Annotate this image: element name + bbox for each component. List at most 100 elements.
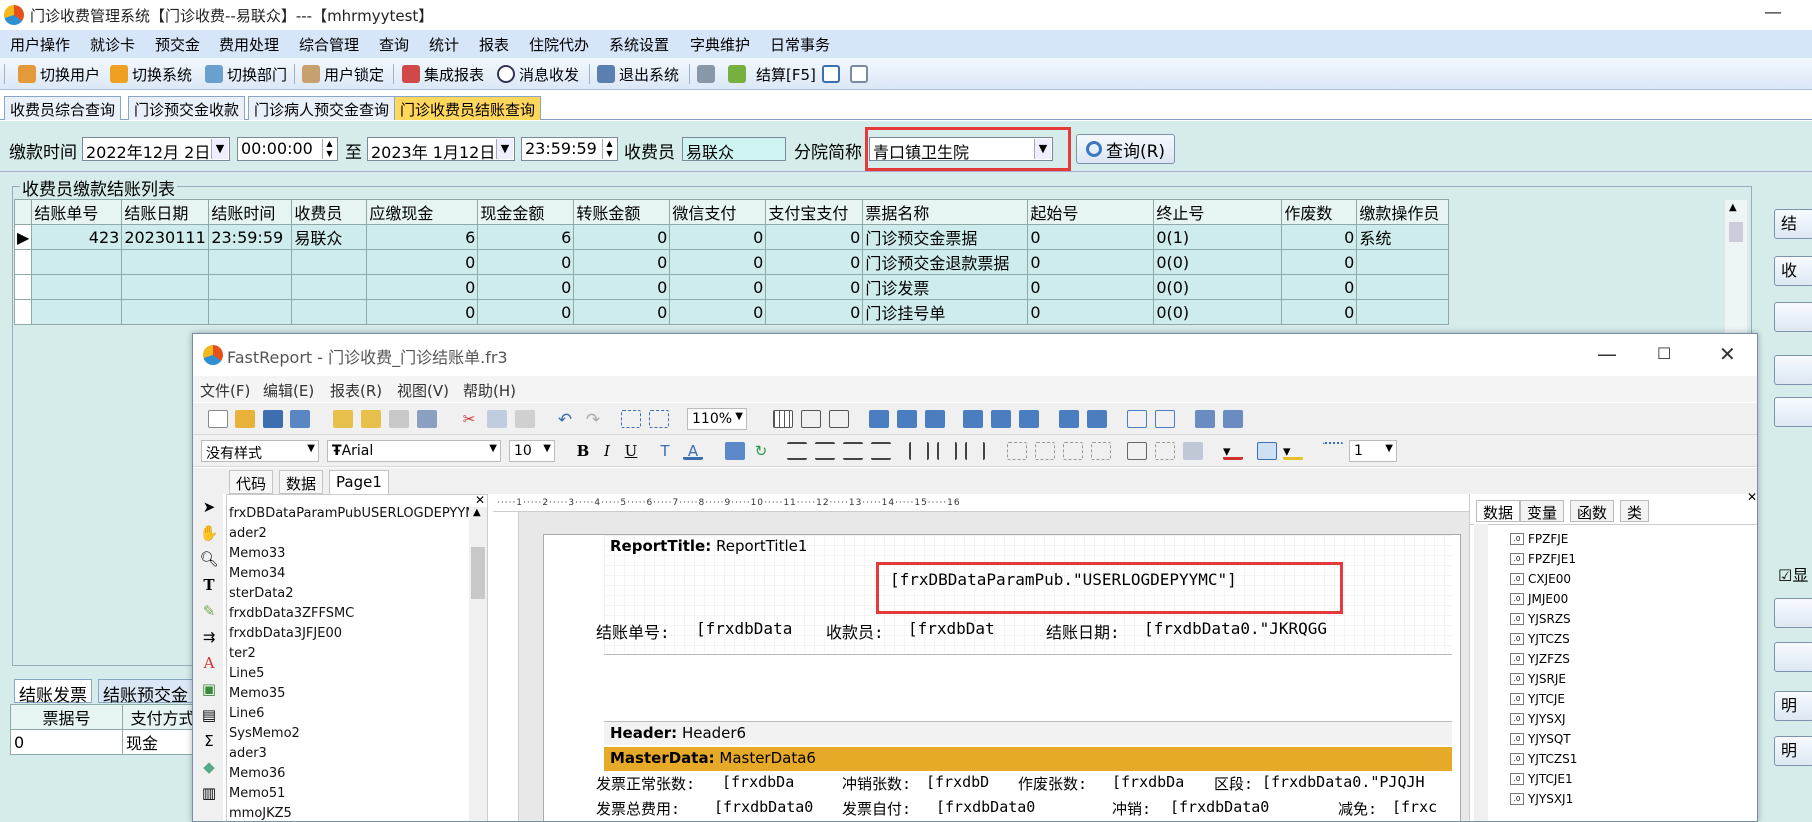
font-color-icon[interactable]: A (683, 442, 703, 460)
menu-fees[interactable]: 费用处理 (219, 34, 279, 55)
tree-item[interactable]: ader2 (229, 526, 267, 541)
frame-color-icon[interactable]: ▾ (1283, 442, 1303, 460)
tab-settle-deposit[interactable]: 结账预交金 (98, 679, 193, 706)
time-to-input[interactable]: 23:59:59 ▲ ▼ (521, 137, 618, 161)
memo-label[interactable]: 作废张数: (1018, 773, 1087, 794)
table-row[interactable]: ▶ 423 20230111 23:59:59 易联众 66000 门诊预交金票据 0 0… (13, 224, 1450, 250)
exit-system-button[interactable]: 退出系统 (597, 63, 679, 85)
cut-icon[interactable]: ✂ (459, 410, 479, 428)
scrollbar-thumb[interactable] (471, 547, 485, 599)
font-size-select[interactable]: 10 ▼ (509, 440, 555, 462)
right-button[interactable] (1774, 598, 1812, 628)
memo-field[interactable]: [frxdbDa (1112, 773, 1184, 791)
picture-icon[interactable]: ▣ (199, 680, 219, 698)
menu-management[interactable]: 综合管理 (299, 34, 359, 55)
menu-inpatient[interactable]: 住院代办 (529, 34, 589, 55)
copy-icon[interactable] (487, 410, 507, 428)
menu-help[interactable]: 帮助(H) (463, 380, 516, 401)
field-item[interactable]: .0 CXJE00 (1510, 572, 1571, 586)
switch-user-button[interactable]: 切换用户 (18, 63, 100, 85)
menu-settings[interactable]: 系统设置 (609, 34, 669, 55)
column-header[interactable]: 支付宝支付 (765, 199, 864, 225)
tree-item[interactable]: Memo34 (229, 566, 285, 581)
tab-deposit-collect[interactable]: 门诊预交金收款 (128, 96, 246, 120)
tree-item[interactable]: ter2 (229, 646, 256, 661)
column-header[interactable]: 缴款操作员 (1356, 199, 1450, 225)
new-page-icon[interactable] (333, 410, 353, 428)
menu-report[interactable]: 报表(R) (330, 380, 382, 401)
text-align-left-icon[interactable] (787, 442, 807, 460)
close-panel-icon[interactable]: ✕ (475, 493, 485, 507)
column-header[interactable]: 结账时间 (208, 199, 293, 225)
field-item[interactable]: .0 YJSRJE (1510, 672, 1566, 686)
right-button[interactable] (1774, 355, 1812, 385)
hand-icon[interactable]: ✋ (199, 524, 219, 542)
line-width-select[interactable]: 1 ▼ (1349, 440, 1397, 462)
text-align-right-icon[interactable] (843, 442, 863, 460)
band-header[interactable]: Header: Header6 (604, 721, 1452, 745)
memo-label[interactable]: 收款员: (826, 619, 884, 643)
tab-classes[interactable]: 类 (1620, 500, 1650, 522)
redo-icon[interactable]: ↷ (583, 410, 603, 430)
tab-variables[interactable]: 变量 (1520, 500, 1565, 522)
field-item[interactable]: .0 FPZFJE (1510, 532, 1568, 546)
memo-label[interactable]: 冲销张数: (842, 773, 911, 794)
window-button[interactable] (850, 63, 872, 85)
valign-bottom-icon[interactable] (965, 442, 985, 460)
select-icon[interactable]: ➤ (199, 498, 219, 516)
italic-icon[interactable]: I (597, 442, 617, 460)
tab-code[interactable]: 代码 (229, 470, 274, 494)
page-settings-icon[interactable] (417, 410, 437, 428)
field-item[interactable]: .0 YJYSXJ1 (1510, 792, 1573, 806)
field-item[interactable]: .0 YJTCJE (1510, 692, 1565, 706)
align-top-icon[interactable] (963, 410, 983, 428)
center-v-icon[interactable] (1155, 410, 1175, 428)
tree-item[interactable]: Memo51 (229, 786, 285, 801)
tree-item[interactable]: Line6 (229, 706, 264, 721)
fit-grid-icon[interactable] (829, 410, 849, 428)
zoom-select[interactable]: 110% ▼ (687, 408, 747, 430)
right-button[interactable] (1774, 642, 1812, 672)
sigma-icon[interactable]: Σ (199, 732, 219, 750)
valign-top-icon[interactable] (909, 442, 929, 460)
text-object-icon[interactable]: A (199, 654, 219, 672)
right-button[interactable] (1774, 397, 1812, 427)
close-icon[interactable]: ✕ (1719, 342, 1736, 366)
barcode-icon[interactable]: ▥ (199, 784, 219, 802)
text-format-icon[interactable]: T (655, 442, 675, 460)
zoom-icon[interactable]: 🔍︎ (199, 550, 219, 568)
rotate-icon[interactable]: ↻ (751, 442, 771, 460)
align-grid-icon[interactable] (801, 410, 821, 428)
frame-none-icon[interactable] (1155, 442, 1175, 460)
user-lock-button[interactable]: 用户锁定 (302, 63, 384, 85)
tab-settlement-query[interactable]: 门诊收费员结账查询 (394, 96, 542, 120)
memo-label[interactable]: 发票总费用: (596, 798, 680, 819)
tab-cashier-query[interactable]: 收费员综合查询 (4, 96, 122, 120)
memo-field[interactable]: [frxdbData0 (936, 798, 1035, 816)
tree-item[interactable]: SysMemo2 (229, 726, 300, 741)
text-tool-icon[interactable]: T (199, 576, 219, 594)
menu-file[interactable]: 文件(F) (200, 380, 250, 401)
column-header[interactable]: 转账金额 (573, 199, 671, 225)
field-item[interactable]: .0 YJTCZS1 (1510, 752, 1577, 766)
tree-item[interactable]: mmoJKZ5 (229, 806, 292, 821)
tab-settle-invoice[interactable]: 结账发票 (14, 679, 92, 706)
preview-icon[interactable] (290, 410, 310, 428)
delete-page-icon[interactable] (389, 410, 409, 428)
font-select[interactable]: ŦArial ▼ (327, 440, 501, 462)
tab-functions[interactable]: 函数 (1570, 500, 1615, 522)
column-header[interactable]: 票据名称 (862, 199, 1029, 225)
message-button[interactable]: 消息收发 (497, 63, 579, 85)
underline-icon[interactable]: U (621, 442, 641, 460)
align-right-icon[interactable] (925, 410, 945, 428)
table-scrollbar[interactable]: ▲ (1725, 200, 1747, 340)
column-header[interactable]: 应缴现金 (366, 199, 479, 225)
menu-view[interactable]: 视图(V) (397, 380, 449, 401)
frame-left-icon[interactable] (1063, 442, 1083, 460)
table-row[interactable]: 0 现金 (10, 729, 203, 755)
group-icon[interactable] (621, 410, 641, 428)
scroll-up-icon[interactable]: ▲ (473, 507, 481, 518)
memo-field[interactable]: [frxdbDat (908, 619, 995, 638)
column-header[interactable]: 票据号 (10, 704, 123, 730)
frame-bottom-icon[interactable] (1035, 442, 1055, 460)
